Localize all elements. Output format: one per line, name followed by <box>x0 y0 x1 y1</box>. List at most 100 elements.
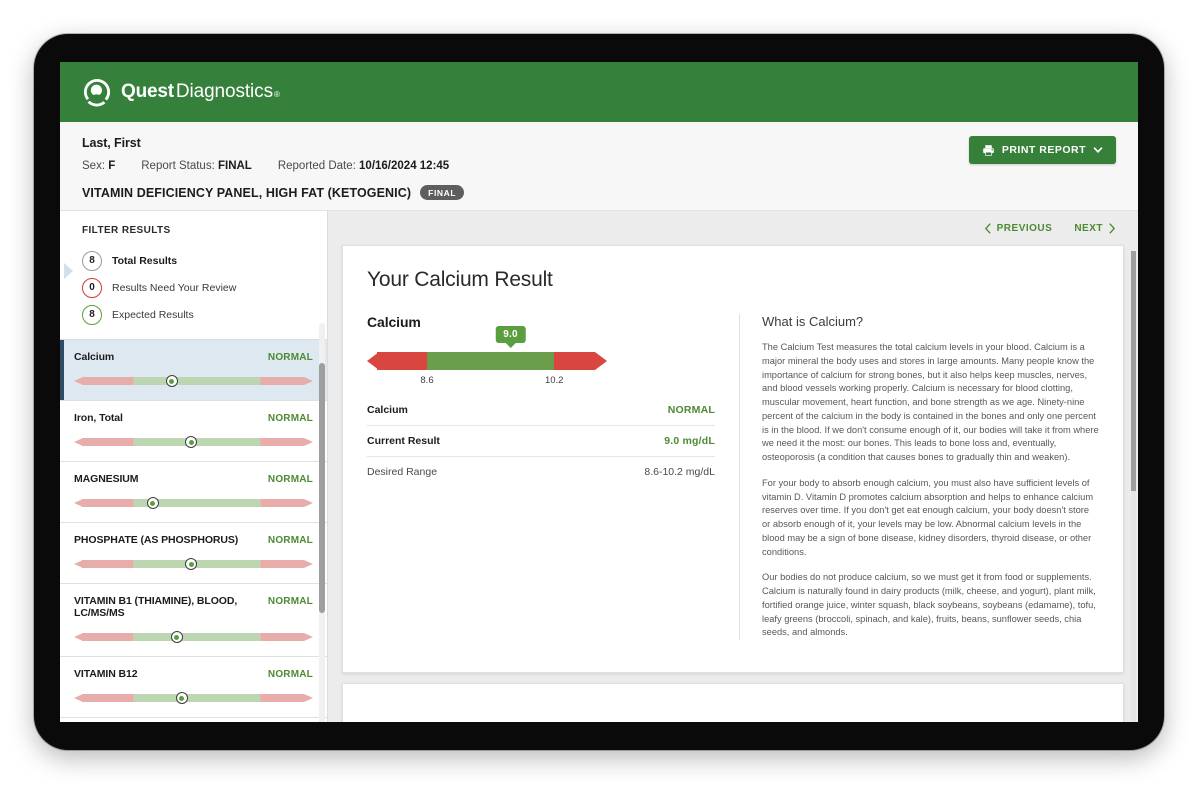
brand-header: Quest Diagnostics ® <box>60 62 1138 122</box>
content-scroll-thumb[interactable] <box>1131 251 1136 491</box>
quest-q-logo-icon <box>83 78 111 107</box>
patient-meta-row: Sex: F Report Status: FINAL Reported Dat… <box>82 160 1116 172</box>
gauge-bar <box>367 350 717 372</box>
meta-report-status-value: FINAL <box>217 160 252 172</box>
test-item-status: NORMAL <box>267 596 313 607</box>
test-item-range-gauge <box>74 631 313 643</box>
result-row-value: 8.6-10.2 mg/dL <box>644 466 715 478</box>
logo-wordmark: Quest Diagnostics ® <box>121 81 280 103</box>
test-list-item[interactable]: Calcium NORMAL <box>60 340 327 401</box>
test-list-item[interactable]: MAGNESIUM NORMAL <box>60 462 327 523</box>
meta-report-status-label: Report Status: <box>141 160 215 172</box>
meta-sex-value: F <box>108 160 116 172</box>
result-columns: Calcium 9.0 8.6 10.2 Calcium NORMAL Curr… <box>367 314 1099 640</box>
test-item-marker <box>175 692 188 704</box>
meta-sex: Sex: F <box>82 160 115 172</box>
result-card: Your Calcium Result Calcium 9.0 8.6 10.2… <box>342 245 1124 673</box>
result-table-row: Calcium NORMAL <box>367 395 715 426</box>
panel-title-row: VITAMIN DEFICIENCY PANEL, HIGH FAT (KETO… <box>82 185 1116 200</box>
test-list-item[interactable]: PHOSPHATE (AS PHOSPHORUS) NORMAL <box>60 523 327 584</box>
result-content: PREVIOUS NEXT Your Calcium Result Calciu… <box>328 211 1138 722</box>
result-row-label: Current Result <box>367 435 440 447</box>
test-item-marker <box>165 375 178 387</box>
info-paragraph: Our bodies do not produce calcium, so we… <box>762 572 1096 638</box>
result-gauge: 9.0 8.6 10.2 <box>367 326 717 389</box>
results-sidebar: FILTER RESULTS 8 Total Results 0 Results Ne… <box>60 211 328 722</box>
gauge-bar-graphic <box>367 352 607 370</box>
test-item-name: VITAMIN B12 <box>74 668 138 680</box>
meta-sex-label: Sex: <box>82 160 106 172</box>
result-table-row: Current Result 9.0 mg/dL <box>367 426 715 457</box>
previous-result-label: PREVIOUS <box>996 222 1053 234</box>
test-list-item[interactable]: Iron, Total NORMAL <box>60 401 327 462</box>
result-row-value: NORMAL <box>667 404 715 416</box>
filter-row-2[interactable]: 8 Expected Results <box>60 301 327 328</box>
test-item-marker <box>146 497 159 509</box>
test-item-status: NORMAL <box>267 669 313 680</box>
gauge-tick-high: 10.2 <box>544 375 564 386</box>
info-paragraph: The Calcium Test measures the total calc… <box>762 342 1099 462</box>
test-list-item[interactable]: VITAMIN B1 (THIAMINE), BLOOD, LC/MS/MS NO… <box>60 584 327 657</box>
filter-label: Results Need Your Review <box>112 281 237 294</box>
filter-count-badge: 8 <box>82 304 102 325</box>
meta-reported-date-label: Reported Date: <box>277 160 356 172</box>
print-report-button[interactable]: PRINT REPORT <box>968 136 1116 164</box>
test-item-status: NORMAL <box>267 413 313 424</box>
panel-status-badge: FINAL <box>420 185 465 200</box>
printer-icon <box>983 144 994 156</box>
result-row-label: Desired Range <box>367 466 438 478</box>
test-item-name: Iron, Total <box>74 412 123 424</box>
test-item-range-gauge <box>74 558 313 570</box>
gauge-tick-low: 8.6 <box>420 375 434 386</box>
chevron-left-icon <box>984 222 991 234</box>
filter-count-badge: 8 <box>82 250 102 271</box>
result-row-label: Calcium <box>367 404 408 416</box>
info-heading: What is Calcium? <box>762 314 864 329</box>
meta-reported-date: Reported Date: 10/16/2024 12:45 <box>278 160 449 172</box>
gauge-value-tooltip: 9.0 <box>495 326 526 343</box>
next-result-label: NEXT <box>1074 222 1103 234</box>
device-frame: Quest Diagnostics ® Last, First Sex: F R… <box>34 34 1164 750</box>
gauge-ticks: 8.6 10.2 <box>367 375 607 389</box>
test-item-header: MAGNESIUM NORMAL <box>74 473 313 485</box>
mini-gauge-graphic <box>74 377 313 385</box>
browser-viewport: Quest Diagnostics ® Last, First Sex: F R… <box>60 62 1138 722</box>
result-left-column: Calcium 9.0 8.6 10.2 Calcium NORMAL Curr… <box>367 314 739 640</box>
filter-row-1[interactable]: 0 Results Need Your Review <box>60 274 327 301</box>
logo-diagnostics-text: Diagnostics <box>175 81 273 102</box>
result-navigation: PREVIOUS NEXT <box>342 211 1124 245</box>
content-scrollbar[interactable] <box>1131 251 1136 722</box>
test-list-item[interactable]: VITAMIN B12 NORMAL <box>60 657 327 718</box>
result-table-row: Desired Range 8.6-10.2 mg/dL <box>367 457 715 487</box>
test-item-header: Iron, Total NORMAL <box>74 412 313 424</box>
next-result-link[interactable]: NEXT <box>1074 223 1116 234</box>
previous-result-link[interactable]: PREVIOUS <box>984 223 1053 234</box>
filter-list: 8 Total Results 0 Results Need Your Review 8… <box>60 247 327 328</box>
test-item-marker <box>185 558 198 570</box>
sidebar-scroll-thumb[interactable] <box>319 363 325 613</box>
test-item-status: NORMAL <box>267 352 313 363</box>
test-item-header: PHOSPHATE (AS PHOSPHORUS) NORMAL <box>74 534 313 546</box>
filter-label: Expected Results <box>112 308 194 321</box>
logo-quest-text: Quest <box>121 81 174 102</box>
test-item-status: NORMAL <box>267 535 313 546</box>
patient-header: Last, First Sex: F Report Status: FINAL … <box>60 122 1138 211</box>
next-result-card <box>342 683 1124 722</box>
test-item-status: NORMAL <box>267 474 313 485</box>
meta-reported-date-value: 10/16/2024 12:45 <box>359 160 450 172</box>
test-item-header: VITAMIN B12 NORMAL <box>74 668 313 680</box>
test-item-marker <box>185 436 198 448</box>
page-body: FILTER RESULTS 8 Total Results 0 Results Ne… <box>60 211 1138 722</box>
filter-label: Total Results <box>112 254 178 267</box>
sidebar-scrollbar[interactable] <box>319 323 325 722</box>
filter-row-0[interactable]: 8 Total Results <box>60 247 327 279</box>
test-item-marker <box>170 631 183 643</box>
quest-diagnostics-logo[interactable]: Quest Diagnostics ® <box>82 77 280 107</box>
filter-results-block: FILTER RESULTS 8 Total Results 0 Results Ne… <box>60 211 327 339</box>
filter-results-title: FILTER RESULTS <box>82 225 171 236</box>
test-item-name: Calcium <box>74 351 115 363</box>
result-row-value: 9.0 mg/dL <box>664 435 715 447</box>
filter-count-badge: 0 <box>82 277 102 298</box>
info-paragraph: For your body to absorb enough calcium, … <box>762 477 1094 557</box>
test-item-range-gauge <box>74 436 313 448</box>
